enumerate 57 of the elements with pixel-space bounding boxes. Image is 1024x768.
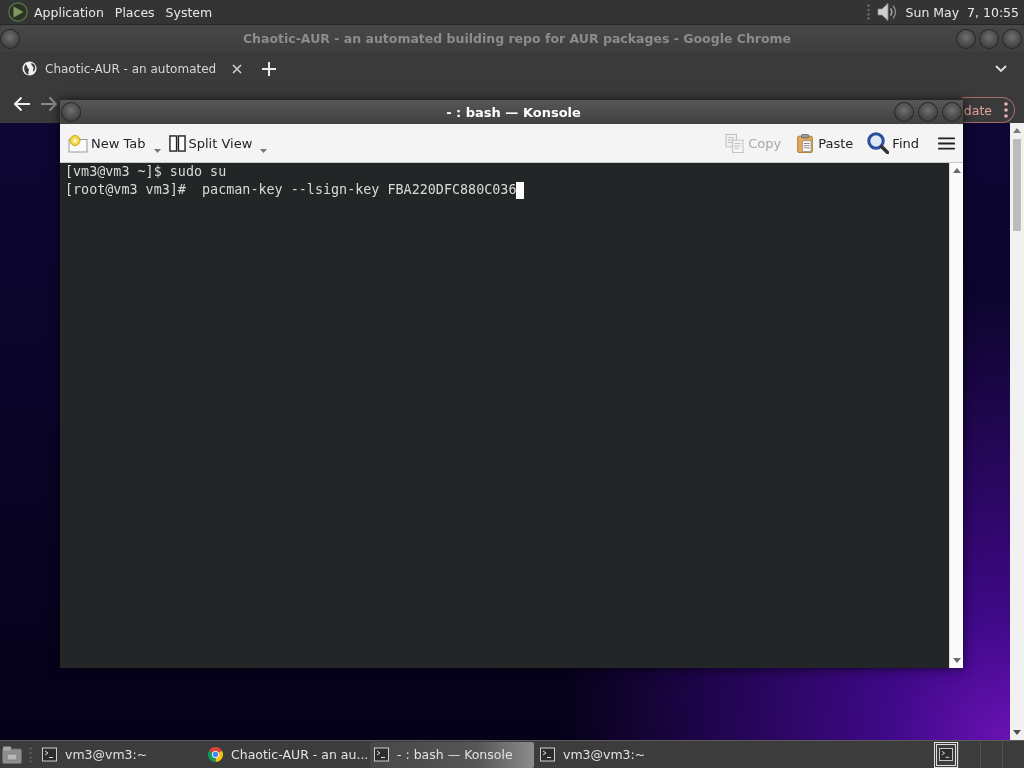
window-button[interactable] bbox=[919, 103, 937, 121]
search-icon bbox=[867, 132, 890, 154]
copy-icon bbox=[725, 133, 746, 153]
globe-icon bbox=[22, 61, 37, 76]
caret-icon[interactable] bbox=[153, 149, 161, 153]
scrollbar-thumb[interactable] bbox=[1013, 139, 1021, 231]
menu-dots-icon[interactable] bbox=[1004, 102, 1008, 118]
menu-icon[interactable] bbox=[938, 136, 955, 150]
browser-icon bbox=[208, 747, 223, 762]
plus-icon[interactable] bbox=[262, 61, 276, 76]
window-button[interactable] bbox=[980, 29, 998, 48]
new-tab-icon bbox=[68, 133, 88, 153]
show-desktop-icon[interactable] bbox=[2, 745, 22, 764]
scrollbar[interactable] bbox=[949, 163, 963, 668]
window-button[interactable] bbox=[1003, 29, 1021, 48]
terminal-icon bbox=[939, 748, 953, 761]
menu-item[interactable]: Places bbox=[114, 4, 155, 20]
window-button[interactable] bbox=[895, 103, 913, 121]
scroll-up-icon[interactable] bbox=[1013, 128, 1021, 133]
clock[interactable]: Sun May 7, 10:55 bbox=[905, 4, 1019, 20]
arrow-left-icon[interactable] bbox=[13, 96, 31, 112]
speaker-icon[interactable] bbox=[876, 2, 897, 22]
find-button[interactable]: Find bbox=[864, 128, 922, 158]
split-view-icon bbox=[168, 134, 186, 152]
window-button[interactable] bbox=[62, 103, 80, 121]
text-cursor bbox=[516, 181, 525, 199]
chevron-down-icon[interactable] bbox=[995, 64, 1007, 73]
handle-icon bbox=[866, 4, 870, 20]
window-title: - : bash — Konsole bbox=[445, 104, 582, 120]
terminal-icon bbox=[42, 747, 57, 762]
terminal-area[interactable]: [vm3@vm3 ~]$ sudo su [root@vm3 vm3]# pacman-key --lsign-key FBA220DFC880C036 bbox=[60, 163, 949, 668]
window-button[interactable] bbox=[957, 29, 975, 48]
window-button[interactable] bbox=[1, 29, 19, 48]
menu-item[interactable]: System bbox=[165, 4, 213, 20]
paste-button[interactable]: Paste bbox=[792, 128, 857, 158]
taskbar-button[interactable]: Chaotic-AUR - an au... bbox=[204, 741, 368, 768]
window-title: Chaotic-AUR - an automated building repo for AUR packages - Google Chrome bbox=[241, 31, 793, 46]
scroll-down-icon[interactable] bbox=[952, 658, 961, 663]
taskbar-button[interactable]: vm3@vm3:~ bbox=[536, 741, 700, 768]
scroll-up-icon[interactable] bbox=[952, 168, 961, 173]
menu-item[interactable]: Application bbox=[34, 4, 104, 20]
taskbar-button[interactable]: vm3@vm3:~ bbox=[38, 741, 202, 768]
close-icon[interactable] bbox=[232, 63, 242, 74]
scroll-down-icon[interactable] bbox=[1013, 730, 1021, 735]
scrollbar[interactable] bbox=[1010, 123, 1024, 740]
terminal-icon bbox=[540, 747, 555, 762]
window-button[interactable] bbox=[943, 103, 961, 121]
clipboard-icon bbox=[795, 133, 816, 153]
caret-icon[interactable] bbox=[260, 149, 268, 153]
taskbar-button[interactable]: - : bash — Konsole bbox=[370, 741, 534, 768]
browser-tab[interactable]: Chaotic-AUR - an automated bbox=[12, 52, 250, 85]
terminal-icon bbox=[374, 747, 389, 762]
terminal-line: [root@vm3 vm3]# pacman-key --lsign-key FBA220DFC880C036 bbox=[65, 181, 517, 199]
terminal-line: [vm3@vm3 ~]$ sudo su bbox=[65, 163, 227, 181]
menu-logo-icon[interactable] bbox=[8, 2, 28, 22]
split-view-button[interactable]: Split View bbox=[165, 128, 271, 158]
new-tab-button[interactable]: New Tab bbox=[65, 128, 164, 158]
